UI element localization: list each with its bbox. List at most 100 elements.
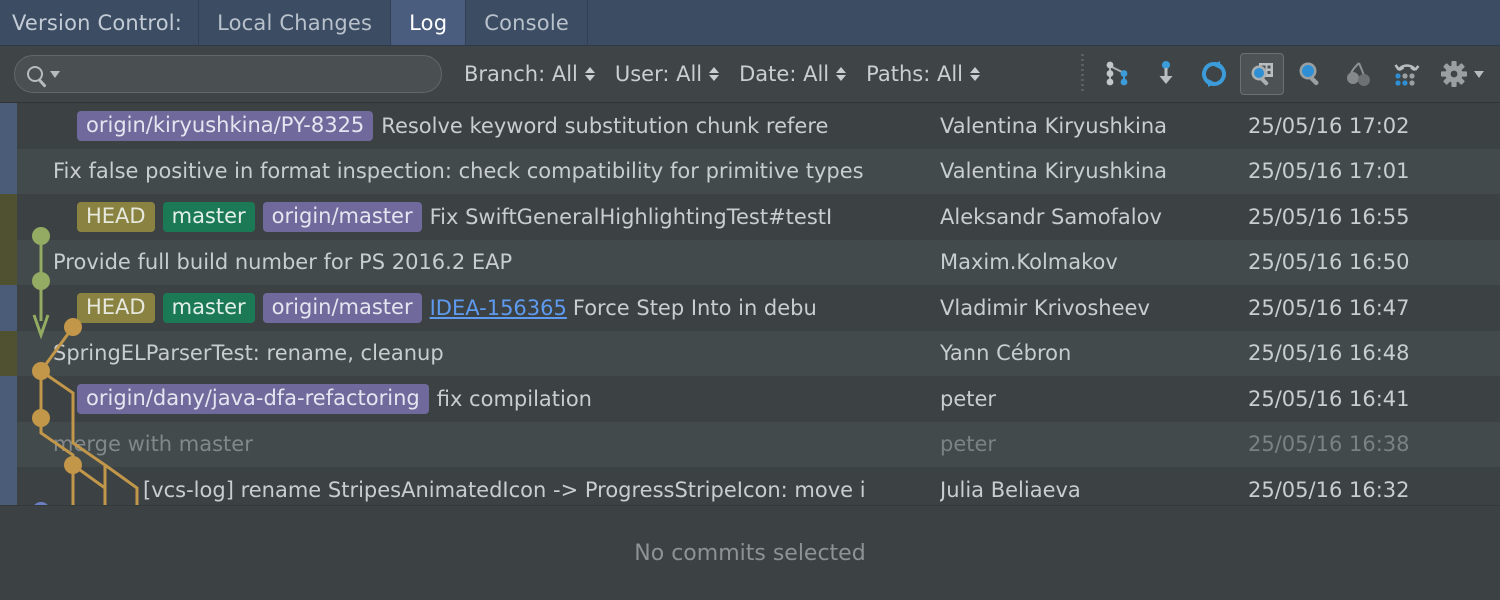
- commit-author: Vladimir Krivosheev: [940, 285, 1240, 331]
- user-filter[interactable]: User: All: [615, 62, 719, 86]
- ref-label-head[interactable]: HEAD: [77, 202, 155, 232]
- settings-button[interactable]: [1432, 53, 1490, 95]
- paths-filter[interactable]: Paths: All: [866, 62, 980, 86]
- commit-date: 25/05/16 16:41: [1248, 376, 1488, 422]
- repository-root-stripe: [0, 240, 17, 286]
- no-commits-selected-message: No commits selected: [634, 541, 865, 566]
- commit-date: 25/05/16 16:47: [1248, 285, 1488, 331]
- ref-label-remote[interactable]: origin/master: [263, 293, 422, 323]
- table-row[interactable]: SpringELParserTest: rename, cleanup Yann …: [0, 331, 1500, 377]
- repository-root-stripe: [0, 194, 17, 240]
- commit-subject-cell[interactable]: HEAD master origin/master IDEA-156365Force …: [17, 285, 940, 331]
- table-row[interactable]: origin/dany/java-dfa-refactoringfix comp…: [0, 376, 1500, 422]
- branch-filter[interactable]: Branch: All: [464, 62, 595, 86]
- table-row[interactable]: Fix false positive in format inspection:…: [0, 149, 1500, 195]
- tab-local-changes[interactable]: Local Changes: [199, 0, 391, 45]
- repository-root-stripe: [0, 149, 17, 195]
- commit-date: 25/05/16 17:02: [1248, 103, 1488, 149]
- search-options-chevron-down-icon[interactable]: [50, 71, 60, 78]
- cherry-pick-button[interactable]: [1336, 53, 1380, 95]
- date-filter-label: Date: All: [739, 62, 829, 86]
- ref-label-local[interactable]: master: [163, 293, 255, 323]
- commit-subject-cell[interactable]: Fix false positive in format inspection:…: [17, 149, 940, 195]
- search-commits-button[interactable]: [1288, 53, 1332, 95]
- commit-subject: Force Step Into in debu: [573, 296, 817, 320]
- table-row[interactable]: HEAD master origin/master IDEA-156365Force …: [0, 285, 1500, 331]
- tab-log[interactable]: Log: [391, 0, 466, 45]
- commit-rows: origin/kiryushkina/PY-8325 Resolve keywor…: [0, 103, 1500, 505]
- branch-filter-chevron-icon: [585, 67, 595, 81]
- table-row[interactable]: origin/kiryushkina/PY-8325 Resolve keywor…: [0, 103, 1500, 149]
- repository-root-stripe: [0, 331, 17, 377]
- commit-log-table[interactable]: origin/kiryushkina/PY-8325 Resolve keywor…: [0, 103, 1500, 505]
- commit-date: 25/05/16 16:38: [1248, 422, 1488, 468]
- commit-subject-cell[interactable]: HEAD master origin/master Fix SwiftGeneralH…: [17, 194, 940, 240]
- log-toolbar: Branch: All User: All Date: All Paths: A…: [0, 46, 1500, 103]
- branch-graph-icon: [1103, 59, 1133, 89]
- commit-subject: Provide full build number for PS 2016.2 …: [53, 250, 512, 274]
- table-row[interactable]: HEAD master origin/master Fix SwiftGeneralH…: [0, 194, 1500, 240]
- commit-date: 25/05/16 16:48: [1248, 331, 1488, 377]
- ref-label-remote[interactable]: origin/master: [263, 202, 422, 232]
- commit-subject-cell[interactable]: origin/dany/java-dfa-refactoringfix comp…: [17, 376, 940, 422]
- commit-author: Yann Cébron: [940, 331, 1240, 377]
- vcs-tool-window-tabs: Version Control: Local Changes Log Conso…: [0, 0, 1500, 46]
- toolbar-buttons: [1075, 53, 1490, 95]
- commit-author: peter: [940, 376, 1240, 422]
- repository-root-stripe: [0, 422, 17, 468]
- commit-details-panel: No commits selected: [0, 505, 1500, 600]
- commit-subject-cell[interactable]: SpringELParserTest: rename, cleanup: [17, 331, 940, 377]
- show-details-button[interactable]: [1240, 53, 1284, 95]
- repository-root-stripe: [0, 467, 17, 505]
- collapse-graph-button[interactable]: [1096, 53, 1140, 95]
- refresh-button[interactable]: [1192, 53, 1236, 95]
- settings-chevron-down-icon[interactable]: [1474, 71, 1484, 78]
- commit-subject-cell[interactable]: origin/kiryushkina/PY-8325 Resolve keywor…: [17, 103, 940, 149]
- commit-subject: Resolve keyword substitution chunk refer…: [381, 114, 828, 138]
- paths-filter-label: Paths: All: [866, 62, 963, 86]
- commit-date: 25/05/16 17:01: [1248, 149, 1488, 195]
- tool-window-title: Version Control:: [0, 0, 199, 45]
- toolbar-separator: [1081, 54, 1084, 94]
- dots-sort-icon: [1390, 58, 1422, 90]
- commit-subject-cell[interactable]: merge with master: [17, 422, 940, 468]
- date-filter-chevron-icon: [836, 67, 846, 81]
- commit-author: Valentina Kiryushkina: [940, 103, 1240, 149]
- table-row[interactable]: merge with masterpeter25/05/16 16:38: [0, 422, 1500, 468]
- go-to-hash-button[interactable]: [1144, 53, 1188, 95]
- commit-date: 25/05/16 16:50: [1248, 240, 1488, 286]
- commit-date: 25/05/16 16:55: [1248, 194, 1488, 240]
- paths-filter-chevron-icon: [970, 67, 980, 81]
- down-arrow-icon: [1151, 59, 1181, 89]
- cherry-icon: [1342, 58, 1374, 90]
- intellisort-button[interactable]: [1384, 53, 1428, 95]
- commit-subject: Fix SwiftGeneralHighlightingTest#testI: [430, 205, 833, 229]
- commit-author: Julia Beliaeva: [940, 467, 1240, 505]
- show-details-icon: [1246, 58, 1278, 90]
- branch-filter-label: Branch: All: [464, 62, 578, 86]
- date-filter[interactable]: Date: All: [739, 62, 846, 86]
- commit-subject-cell[interactable]: Provide full build number for PS 2016.2 …: [17, 240, 940, 286]
- ref-label-remote[interactable]: origin/kiryushkina/PY-8325: [77, 111, 373, 141]
- ref-label-remote[interactable]: origin/dany/java-dfa-refactoring: [77, 384, 429, 414]
- commit-subject-cell[interactable]: [vcs-log] rename StripesAnimatedIcon -> …: [17, 467, 940, 505]
- repository-root-stripe: [0, 103, 17, 149]
- user-filter-label: User: All: [615, 62, 702, 86]
- ref-label-local[interactable]: master: [163, 202, 255, 232]
- filter-group: Branch: All User: All Date: All Paths: A…: [464, 62, 1000, 86]
- commit-author: Maxim.Kolmakov: [940, 240, 1240, 286]
- search-input[interactable]: [60, 63, 429, 85]
- refresh-icon: [1198, 58, 1230, 90]
- table-row[interactable]: [vcs-log] rename StripesAnimatedIcon -> …: [0, 467, 1500, 505]
- ref-label-head[interactable]: HEAD: [77, 293, 155, 323]
- table-row[interactable]: Provide full build number for PS 2016.2 …: [0, 240, 1500, 286]
- magnifier-icon: [1294, 58, 1326, 90]
- commit-subject: SpringELParserTest: rename, cleanup: [53, 341, 444, 365]
- tab-console[interactable]: Console: [466, 0, 588, 45]
- repository-root-stripe: [0, 285, 17, 331]
- search-field[interactable]: [14, 55, 442, 93]
- commit-date: 25/05/16 16:32: [1248, 467, 1488, 505]
- issue-link[interactable]: IDEA-156365: [430, 296, 567, 320]
- commit-subject: [vcs-log] rename StripesAnimatedIcon -> …: [143, 478, 866, 502]
- commit-author: Aleksandr Samofalov: [940, 194, 1240, 240]
